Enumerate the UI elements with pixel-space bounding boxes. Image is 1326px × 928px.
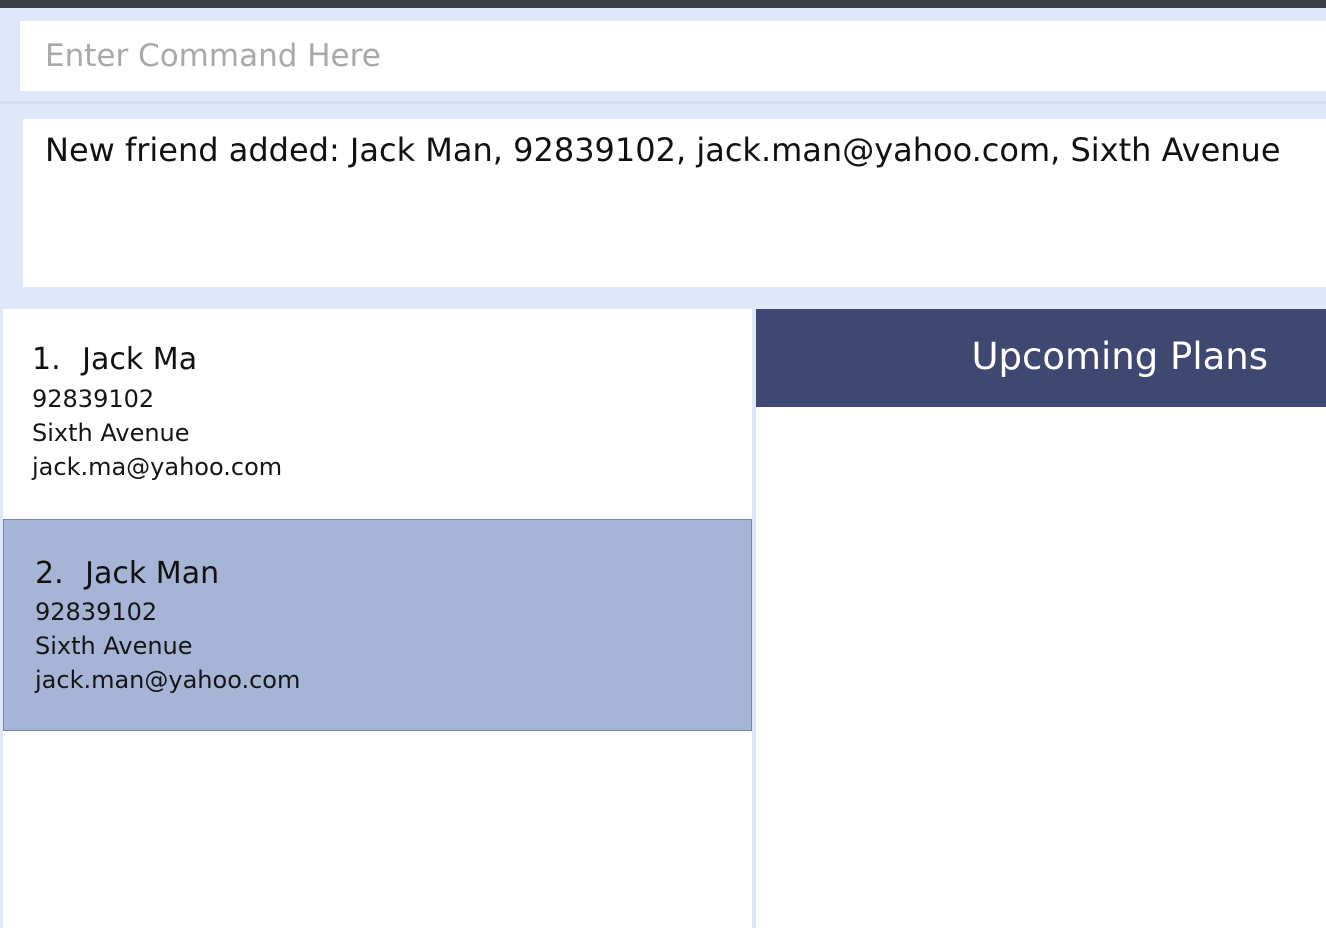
friend-address: Sixth Avenue: [35, 632, 193, 660]
plans-panel: Upcoming Plans: [756, 309, 1326, 928]
plans-title: Upcoming Plans: [971, 335, 1268, 378]
friend-list[interactable]: 1. Jack Ma 92839102 Sixth Avenue jack.ma…: [3, 309, 752, 928]
divider: [0, 101, 1326, 104]
friend-index: 1.: [32, 342, 61, 377]
friend-name-row: 1. Jack Ma: [32, 342, 197, 377]
friend-address: Sixth Avenue: [32, 419, 190, 447]
friend-index: 2.: [35, 556, 64, 591]
friend-name-row: 2. Jack Man: [35, 556, 219, 591]
friend-phone: 92839102: [32, 385, 155, 413]
plans-header: Upcoming Plans: [756, 309, 1326, 407]
friend-card-selected[interactable]: 2. Jack Man 92839102 Sixth Avenue jack.m…: [3, 519, 752, 731]
result-message: New friend added: Jack Man, 92839102, ja…: [45, 131, 1281, 169]
friend-phone: 92839102: [35, 598, 158, 626]
command-input[interactable]: [20, 21, 1326, 91]
friend-name: Jack Ma: [82, 342, 198, 377]
window-top-bar: [0, 0, 1326, 8]
result-display: New friend added: Jack Man, 92839102, ja…: [23, 119, 1326, 287]
friend-card[interactable]: 1. Jack Ma 92839102 Sixth Avenue jack.ma…: [3, 309, 752, 521]
friend-email: jack.man@yahoo.com: [35, 666, 301, 694]
friend-name: Jack Man: [85, 556, 220, 591]
friend-email: jack.ma@yahoo.com: [32, 453, 283, 481]
